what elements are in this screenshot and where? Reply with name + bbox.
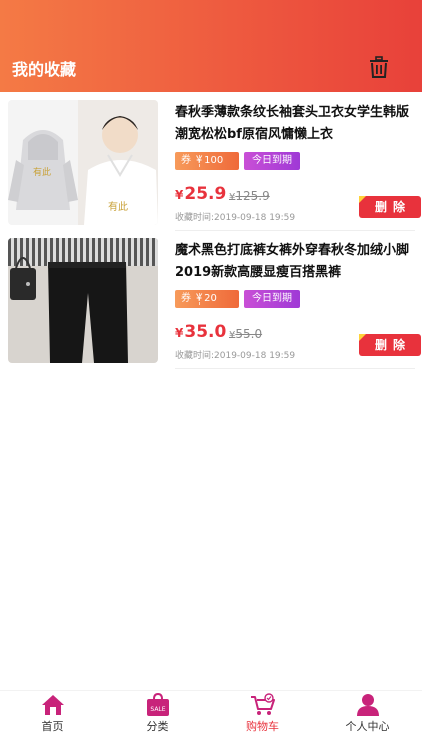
cart-icon [251,693,275,715]
price-value: 35.0 [184,322,227,342]
trash-icon[interactable] [368,56,390,78]
favorite-item[interactable]: 魔术黑色打底裤女裤外穿春秋冬加绒小脚2019新款高腰显瘦百搭黑裤 券 ￥20 今… [0,238,422,373]
header-bar: 我的收藏 [0,0,422,92]
sale-bag-icon: SALE [147,693,169,716]
page-title: 我的收藏 [12,60,77,79]
favorite-item[interactable]: 有此 有此 春秋季薄款条纹长袖套头卫衣女学生韩版潮宽松松bf原宿风慵懒上衣 券 … [0,100,422,235]
expire-badge: 今日到期 [244,152,300,170]
coupon-badge: 券 ￥20 [175,290,239,308]
delete-button[interactable]: 删除 [359,196,421,218]
current-price: ¥35.0 [175,322,226,342]
price-value: 25.9 [184,184,227,204]
original-price: ¥125.9 [229,189,270,203]
tab-cart-label: 购物车 [246,720,279,733]
original-price: ¥55.0 [229,327,262,341]
product-image[interactable]: 有此 有此 [8,100,158,225]
bottom-tab-bar: 首页 SALE 分类 购物车 个人中心 [0,690,422,750]
product-title[interactable]: 魔术黑色打底裤女裤外穿春秋冬加绒小脚2019新款高腰显瘦百搭黑裤 [175,240,413,284]
orig-price-value: 125.9 [235,189,270,203]
tab-profile-label: 个人中心 [345,720,390,733]
product-title[interactable]: 春秋季薄款条纹长袖套头卫衣女学生韩版潮宽松松bf原宿风慵懒上衣 [175,102,413,146]
price-currency: ¥ [175,188,184,202]
favorite-time: 收藏时间:2019-09-18 19:59 [175,213,296,223]
divider [175,368,415,369]
current-price: ¥25.9 [175,184,226,204]
tab-home-label: 首页 [41,720,64,733]
svg-text:有此: 有此 [33,166,51,178]
tab-category[interactable]: SALE 分类 [105,691,210,750]
orig-price-value: 55.0 [235,327,263,341]
delete-button[interactable]: 删除 [359,334,421,356]
price-currency: ¥ [175,326,184,340]
product-image[interactable] [8,238,158,363]
tab-home[interactable]: 首页 [0,691,105,750]
home-icon [42,695,64,715]
coupon-badge: 券 ￥100 [175,152,239,170]
divider [175,230,415,231]
sale-text: SALE [150,706,165,713]
tab-cart[interactable]: 购物车 [210,691,315,750]
favorite-time: 收藏时间:2019-09-18 19:59 [175,351,296,361]
tab-profile[interactable]: 个人中心 [315,691,420,750]
expire-badge: 今日到期 [244,290,300,308]
person-icon [357,694,379,716]
svg-text:有此: 有此 [108,200,128,213]
tab-category-label: 分类 [146,720,169,733]
